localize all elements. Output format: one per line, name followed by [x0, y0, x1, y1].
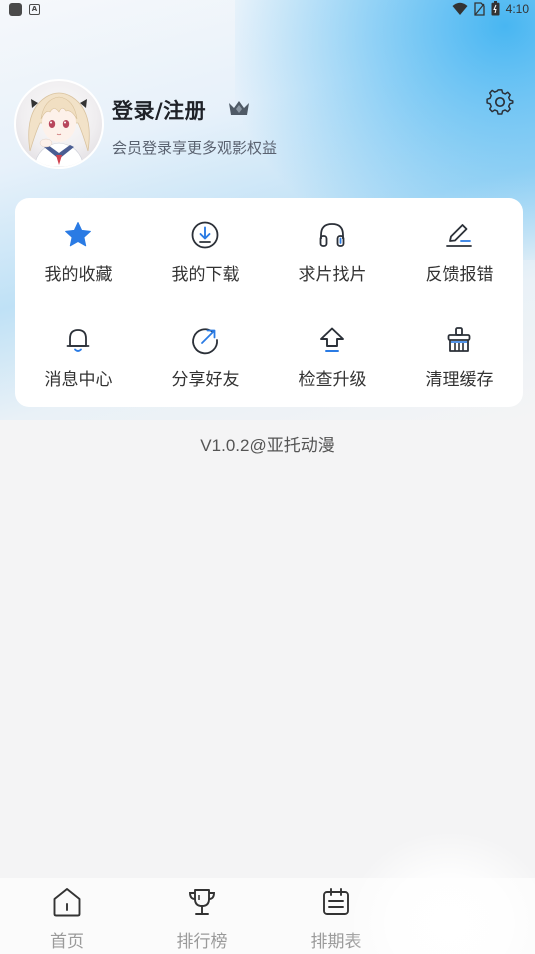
tab-label: 排行榜	[176, 932, 228, 952]
edit-icon	[446, 224, 472, 247]
avatar[interactable]	[14, 79, 104, 169]
menu-item-label: 消息中心	[44, 370, 113, 390]
headphones-icon	[319, 223, 345, 247]
menu-item-label: 我的收藏	[44, 265, 113, 285]
notification-icon	[9, 3, 22, 16]
menu-item-request[interactable]: 求片找片	[269, 220, 396, 300]
gear-icon[interactable]	[486, 88, 514, 116]
upgrade-icon	[320, 327, 344, 352]
menu-item-label: 我的下载	[171, 265, 240, 285]
menu-item-share[interactable]: 分享好友	[142, 325, 269, 405]
menu-item-clear-cache[interactable]: 清理缓存	[396, 325, 523, 405]
battery-icon	[491, 1, 500, 16]
status-bar: A 4:10	[0, 0, 535, 20]
login-register-link[interactable]: 登录/注册	[112, 95, 206, 125]
download-icon	[191, 221, 219, 249]
app-notification-icon: A	[29, 4, 40, 15]
wifi-icon	[452, 2, 468, 15]
tab-home[interactable]: 首页	[17, 878, 117, 954]
status-time: 4:10	[505, 1, 529, 16]
menu-item-feedback[interactable]: 反馈报错	[396, 220, 523, 300]
version-text: V1.0.2@亚托动漫	[200, 436, 335, 455]
profile-header: 登录/注册 会员登录享更多观影权益	[14, 79, 519, 171]
menu-item-label: 分享好友	[171, 370, 240, 390]
menu-item-messages[interactable]: 消息中心	[15, 325, 142, 405]
bell-icon	[66, 329, 90, 352]
trophy-icon	[189, 889, 215, 915]
member-subtitle: 会员登录享更多观影权益	[112, 139, 278, 157]
menu-item-label: 反馈报错	[425, 265, 494, 285]
crown-icon	[229, 101, 249, 115]
menu-item-upgrade[interactable]: 检查升级	[269, 325, 396, 405]
overlay-fade	[345, 830, 535, 954]
menu-item-favorites[interactable]: 我的收藏	[15, 220, 142, 300]
tab-label: 首页	[50, 932, 84, 952]
broom-icon	[447, 327, 471, 352]
feature-card: 我的收藏 我的下载 求片找片 反馈报错 消息中心 分享好友 检查升级 清理缓存	[15, 198, 523, 407]
home-icon	[53, 888, 81, 917]
menu-item-label: 清理缓存	[425, 370, 494, 390]
tab-ranking[interactable]: 排行榜	[152, 878, 252, 954]
share-icon	[192, 328, 218, 355]
menu-item-downloads[interactable]: 我的下载	[142, 220, 269, 300]
menu-item-label: 检查升级	[298, 370, 367, 390]
star-icon	[65, 222, 91, 247]
menu-item-label: 求片找片	[298, 265, 367, 285]
no-sim-icon	[473, 1, 485, 16]
